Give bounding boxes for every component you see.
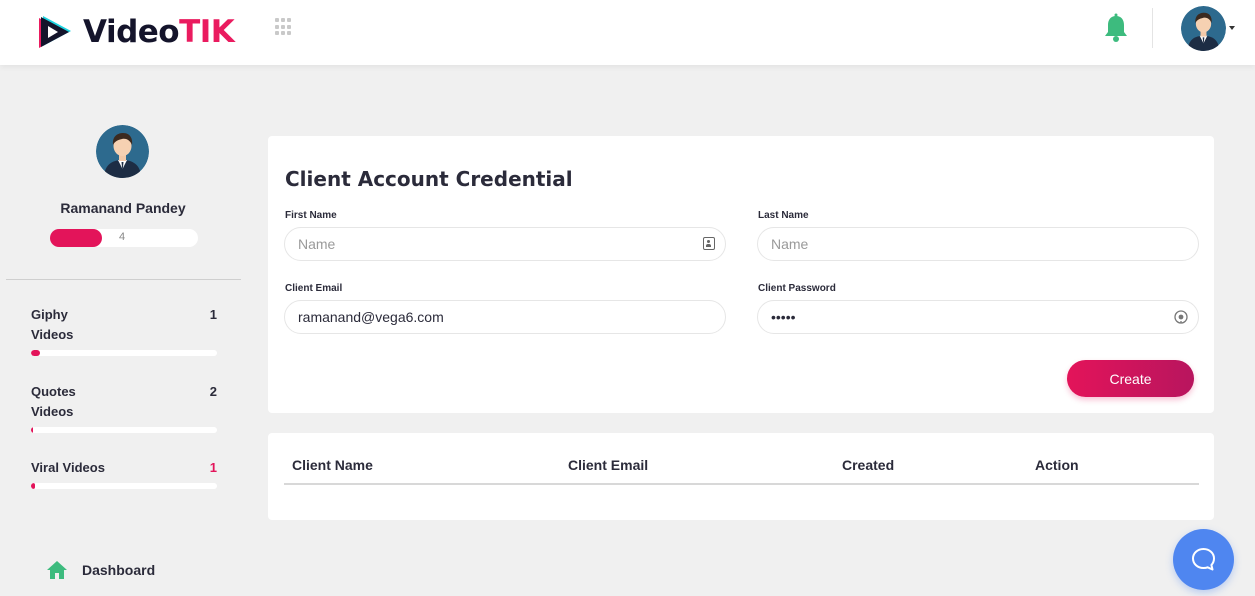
first-name-field[interactable] [284, 227, 726, 261]
stat-progress-fill [31, 350, 41, 356]
stat-progress-track [31, 483, 217, 489]
column-header-created[interactable]: Created [842, 457, 894, 473]
stat-count: 1 [209, 460, 217, 475]
stat-label: Giphy Videos [31, 307, 74, 342]
page-title: Client Account Credential [285, 167, 573, 191]
stat-count: 1 [209, 307, 217, 322]
top-bar: VideoTIK [0, 0, 1255, 65]
client-email-label: Client Email [285, 283, 343, 294]
column-header-action[interactable]: Action [1035, 457, 1079, 473]
table-header-divider [284, 483, 1199, 485]
last-name-label: Last Name [758, 210, 809, 221]
stat-progress-track [31, 427, 217, 433]
client-password-label: Client Password [758, 283, 836, 294]
stat-progress-fill [31, 427, 34, 433]
credits-pill-fill [50, 229, 102, 247]
sidebar: Ramanand Pandey 4 Giphy Videos 1 Quotes … [0, 65, 246, 596]
stat-label: Quotes Videos [31, 384, 76, 419]
sidebar-item-label: Dashboard [82, 562, 156, 578]
client-password-field[interactable] [757, 300, 1199, 334]
password-visibility-icon[interactable] [1174, 310, 1188, 324]
avatar[interactable] [1181, 6, 1226, 51]
avatar-image [1181, 6, 1226, 51]
profile-name: Ramanand Pandey [60, 200, 186, 216]
chat-bubble-icon [1192, 548, 1215, 571]
home-icon [47, 561, 67, 579]
stat-progress-track [31, 350, 217, 356]
clients-table-card: Client Name Client Email Created Action [268, 433, 1214, 520]
contact-card-icon [703, 237, 715, 250]
sidebar-item-dashboard[interactable]: Dashboard [46, 560, 155, 580]
client-email-field[interactable] [284, 300, 726, 334]
profile-avatar [96, 125, 149, 178]
avatar-image [96, 125, 149, 178]
credits-count: 4 [119, 231, 126, 243]
caret-down-icon[interactable] [1229, 26, 1235, 30]
create-button[interactable]: Create [1067, 360, 1194, 397]
column-header-client-name[interactable]: Client Name [292, 457, 373, 473]
sidebar-divider [6, 279, 241, 280]
bell-icon[interactable] [1102, 13, 1130, 43]
logo-text: VideoTIK [83, 14, 235, 50]
apps-grid-icon[interactable] [275, 18, 293, 36]
stat-progress-fill [31, 483, 35, 489]
first-name-label: First Name [285, 210, 337, 221]
stat-count: 2 [209, 384, 217, 399]
header-divider [1152, 8, 1153, 48]
client-credential-card: Client Account Credential First Name Las… [268, 136, 1214, 413]
stat-label: Viral Videos [31, 460, 105, 475]
column-header-client-email[interactable]: Client Email [568, 457, 648, 473]
last-name-field[interactable] [757, 227, 1199, 261]
credits-pill[interactable]: 4 [50, 229, 198, 247]
logo[interactable]: VideoTIK [35, 10, 235, 54]
chat-launcher-button[interactable] [1173, 529, 1234, 590]
logo-play-icon [39, 16, 71, 48]
